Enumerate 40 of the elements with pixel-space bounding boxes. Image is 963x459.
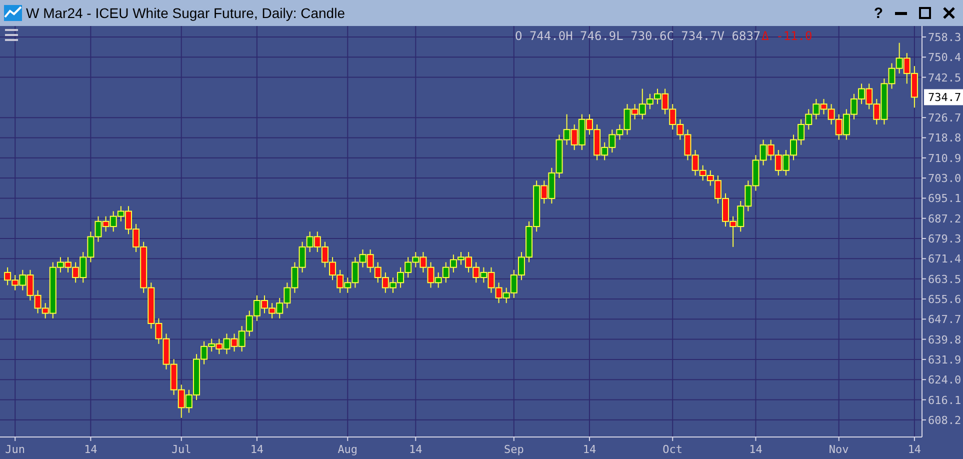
price-label: 624.0 bbox=[928, 374, 962, 387]
ohlc-readout: O 744.0H 746.9L 730.6C 734.7V 6837 bbox=[515, 29, 761, 43]
price-label: 718.8 bbox=[928, 132, 962, 145]
menu-icon[interactable] bbox=[5, 29, 18, 41]
window-title: W Mar24 - ICEU White Sugar Future, Daily: Candle bbox=[26, 4, 346, 23]
date-label: Oct bbox=[662, 443, 683, 456]
price-label: 750.4 bbox=[928, 51, 962, 64]
price-label: 663.5 bbox=[928, 272, 962, 286]
last-price-label: 734.7 bbox=[924, 89, 963, 106]
price-label: 703.0 bbox=[928, 172, 962, 186]
price-change: Δ -11.0 bbox=[762, 29, 812, 43]
date-label: Jun bbox=[5, 443, 26, 456]
price-label: 671.4 bbox=[928, 252, 962, 266]
date-label: 14 bbox=[250, 443, 264, 456]
price-label: 655.6 bbox=[928, 292, 962, 306]
price-label: 758.3 bbox=[928, 30, 962, 44]
price-label: 687.2 bbox=[928, 212, 962, 226]
date-label: Nov bbox=[828, 443, 849, 456]
price-label: 647.7 bbox=[928, 313, 962, 326]
date-label: Jul bbox=[171, 443, 192, 456]
date-label: Sep bbox=[504, 443, 524, 456]
price-label: 631.9 bbox=[928, 353, 962, 366]
date-label: 14 bbox=[749, 443, 762, 456]
chart-line-icon bbox=[4, 5, 22, 21]
close-icon[interactable] bbox=[943, 7, 955, 19]
date-label: Aug bbox=[338, 443, 358, 456]
help-button[interactable]: ? bbox=[870, 6, 887, 20]
price-label: 639.8 bbox=[928, 333, 962, 346]
date-label: 14 bbox=[84, 443, 98, 456]
maximize-icon[interactable] bbox=[919, 7, 931, 19]
date-label: 14 bbox=[409, 443, 422, 456]
price-label: 742.5 bbox=[928, 71, 962, 84]
price-label: 710.9 bbox=[928, 152, 962, 165]
price-label: 679.3 bbox=[928, 232, 962, 246]
date-label: 14 bbox=[582, 443, 596, 456]
price-label: 616.1 bbox=[928, 394, 962, 407]
price-label: 608.2 bbox=[928, 414, 962, 427]
date-label: 14 bbox=[908, 443, 922, 456]
price-label: 695.1 bbox=[928, 192, 962, 206]
price-label: 726.7 bbox=[928, 112, 962, 125]
